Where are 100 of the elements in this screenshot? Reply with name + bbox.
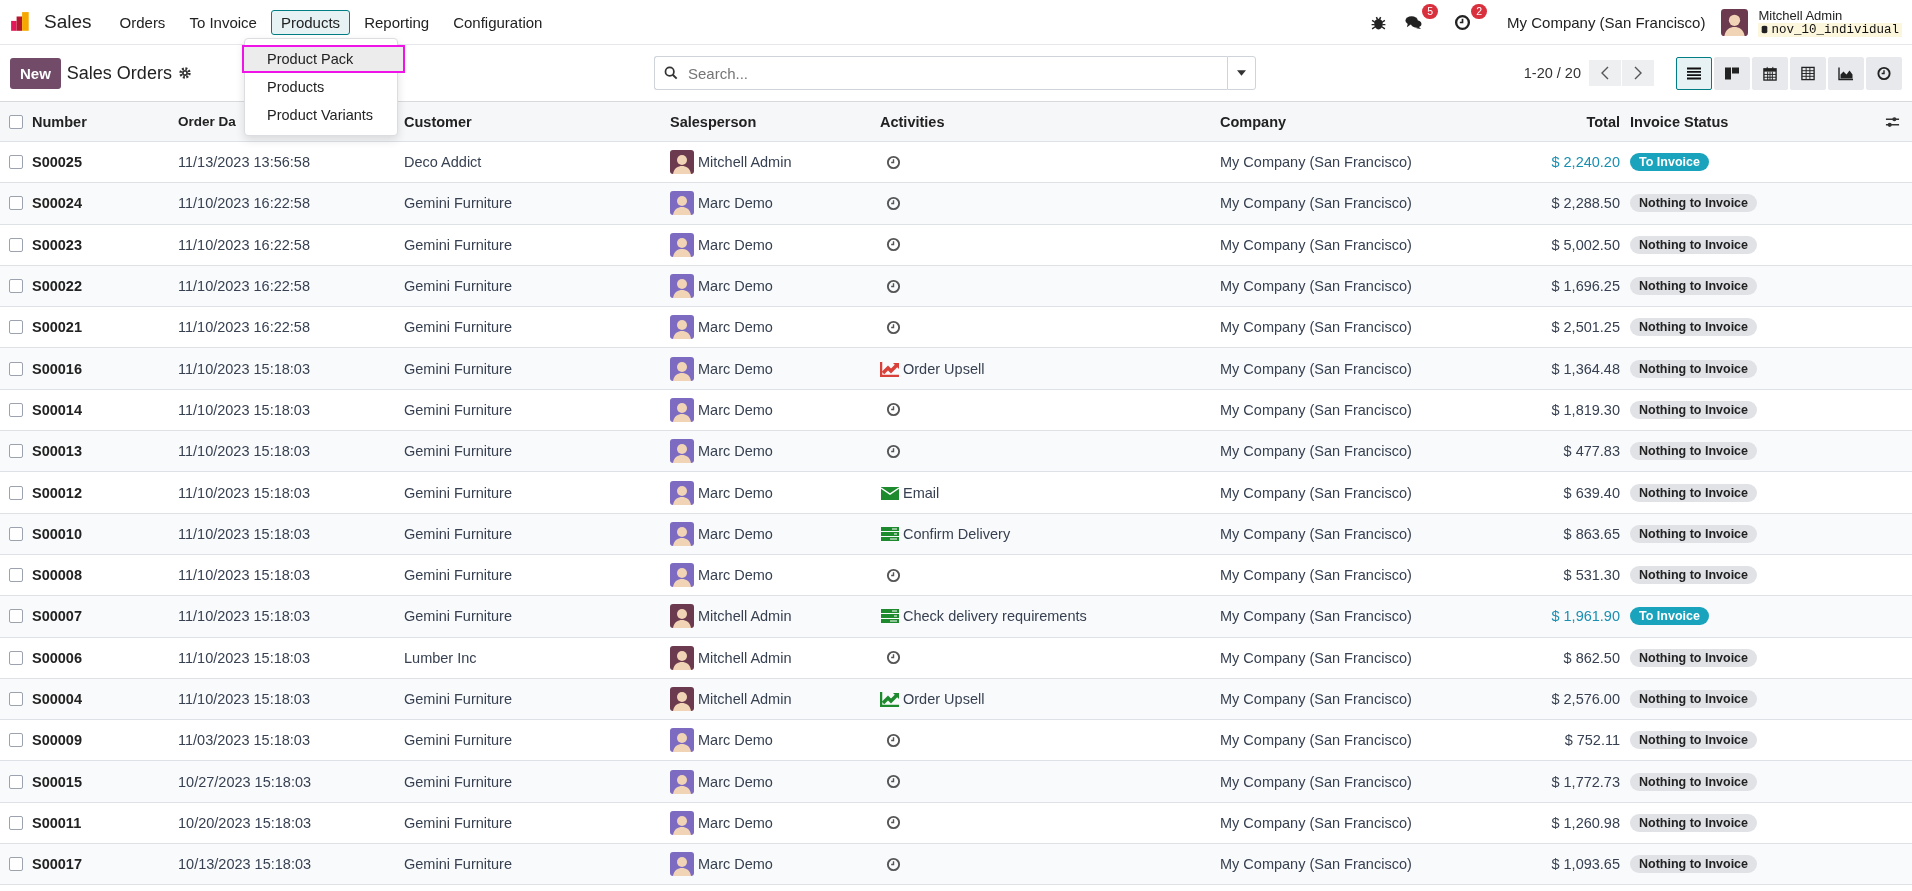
row-checkbox[interactable]: [9, 568, 23, 583]
task-list-icon[interactable]: [880, 525, 900, 542]
order-total: $ 5,002.50: [1551, 236, 1620, 253]
row-checkbox[interactable]: [9, 485, 23, 500]
company-switcher[interactable]: My Company (San Francisco): [1507, 13, 1706, 31]
clock-icon[interactable]: [886, 154, 901, 170]
order-number: S00022: [32, 278, 82, 295]
clock-icon[interactable]: [886, 195, 901, 211]
row-checkbox[interactable]: [9, 402, 23, 417]
row-checkbox[interactable]: [9, 692, 23, 706]
order-date: 11/10/2023 16:22:58: [178, 236, 310, 253]
pager-value[interactable]: 1-20 / 20: [1523, 65, 1581, 81]
table-icon: [1800, 65, 1816, 81]
customer-name: Gemini Furniture: [404, 732, 512, 749]
row-checkbox[interactable]: [9, 361, 23, 376]
trend-chart-icon[interactable]: [880, 360, 900, 377]
activity-label[interactable]: Confirm Delivery: [903, 525, 1011, 542]
clock-icon[interactable]: [886, 443, 901, 459]
new-button[interactable]: New: [10, 57, 61, 89]
invoice-status-badge: Nothing to Invoice: [1630, 483, 1758, 502]
salesperson-name: Marc Demo: [698, 319, 773, 336]
clock-icon[interactable]: [886, 237, 901, 253]
caret-icon: [1237, 70, 1246, 76]
column-header[interactable]: Customer: [404, 113, 472, 130]
row-checkbox[interactable]: [9, 815, 23, 830]
clock-icon[interactable]: [886, 815, 901, 831]
row-checkbox[interactable]: [9, 279, 23, 294]
order-date: 10/13/2023 15:18:03: [178, 856, 312, 873]
menu-item[interactable]: Configuration: [443, 9, 553, 35]
filter-dropdown-button[interactable]: [1227, 56, 1256, 90]
kanban-icon: [1724, 65, 1740, 81]
app-name[interactable]: Sales: [44, 11, 92, 33]
task-list-icon[interactable]: [880, 608, 900, 625]
row-checkbox[interactable]: [9, 320, 23, 335]
user-name[interactable]: Mitchell Admin: [1758, 7, 1902, 23]
column-header[interactable]: Order Da: [178, 114, 236, 129]
dropdown-item[interactable]: Product Variants: [245, 101, 397, 129]
view-switch-button[interactable]: [1676, 56, 1712, 90]
column-header[interactable]: Number: [32, 113, 87, 130]
row-checkbox[interactable]: [9, 609, 23, 624]
column-header[interactable]: Company: [1220, 113, 1287, 130]
search-box[interactable]: Search...: [654, 56, 1227, 90]
activity-label[interactable]: Check delivery requirements: [903, 608, 1087, 625]
clock-icon: [1876, 65, 1892, 81]
sliders-icon[interactable]: [1885, 114, 1900, 129]
customer-name: Gemini Furniture: [404, 278, 512, 295]
salesperson-name: Marc Demo: [698, 236, 773, 253]
salesperson-name: Mitchell Admin: [698, 154, 792, 171]
clock-icon[interactable]: [886, 278, 901, 294]
menu-item[interactable]: Reporting: [354, 9, 440, 35]
menu-item[interactable]: To Invoice: [179, 9, 267, 35]
dropdown-item[interactable]: Products: [245, 73, 397, 101]
clock-icon[interactable]: [886, 319, 901, 335]
invoice-status-badge: To Invoice: [1630, 153, 1709, 172]
menu-item[interactable]: Orders: [109, 9, 176, 35]
clock-icon[interactable]: [1454, 13, 1472, 31]
order-number: S00023: [32, 236, 82, 253]
row-checkbox[interactable]: [9, 444, 23, 459]
order-date: 11/10/2023 15:18:03: [178, 567, 310, 584]
menu-item[interactable]: Products: [270, 9, 351, 35]
dropdown-item[interactable]: Product Pack: [242, 45, 405, 73]
order-number: S00012: [32, 484, 82, 501]
clock-icon[interactable]: [886, 650, 901, 666]
order-number: S00007: [32, 608, 82, 625]
row-checkbox[interactable]: [9, 155, 23, 170]
clock-icon[interactable]: [886, 402, 901, 418]
row-checkbox[interactable]: [9, 774, 23, 789]
salesperson-name: Mitchell Admin: [698, 608, 792, 625]
activity-label[interactable]: Order Upsell: [903, 360, 985, 377]
app-logo-icon[interactable]: [10, 11, 32, 33]
row-checkbox[interactable]: [9, 237, 23, 252]
salesperson-name: Marc Demo: [698, 278, 773, 295]
activity-label[interactable]: Order Upsell: [903, 691, 985, 707]
envelope-icon[interactable]: [880, 484, 900, 501]
column-header[interactable]: Activities: [880, 113, 945, 130]
activity-label[interactable]: Email: [903, 484, 940, 501]
customer-name: Gemini Furniture: [404, 691, 512, 707]
select-all-checkbox[interactable]: [9, 114, 23, 129]
clock-icon[interactable]: [886, 856, 901, 872]
row-checkbox[interactable]: [9, 733, 23, 748]
trend-chart-icon[interactable]: [880, 691, 900, 707]
company-name: My Company (San Francisco): [1220, 401, 1412, 418]
clock-icon[interactable]: [886, 774, 901, 790]
order-date: 11/13/2023 13:56:58: [178, 154, 310, 171]
clock-icon[interactable]: [886, 732, 901, 748]
row-checkbox[interactable]: [9, 526, 23, 541]
column-header[interactable]: Total: [1586, 113, 1620, 130]
row-checkbox[interactable]: [9, 650, 23, 665]
invoice-status-badge: Nothing to Invoice: [1630, 442, 1758, 461]
column-header[interactable]: Invoice Status: [1630, 113, 1729, 130]
user-avatar[interactable]: [1721, 8, 1749, 36]
company-name: My Company (San Francisco): [1220, 278, 1412, 295]
column-header[interactable]: Salesperson: [670, 113, 757, 130]
customer-name: Gemini Furniture: [404, 856, 512, 873]
row-checkbox[interactable]: [9, 196, 23, 211]
clock-icon[interactable]: [886, 567, 901, 583]
settings-icon[interactable]: [177, 66, 192, 80]
order-total: $ 2,501.25: [1551, 319, 1620, 336]
row-checkbox[interactable]: [9, 857, 23, 872]
chat-icon[interactable]: [1405, 13, 1423, 31]
